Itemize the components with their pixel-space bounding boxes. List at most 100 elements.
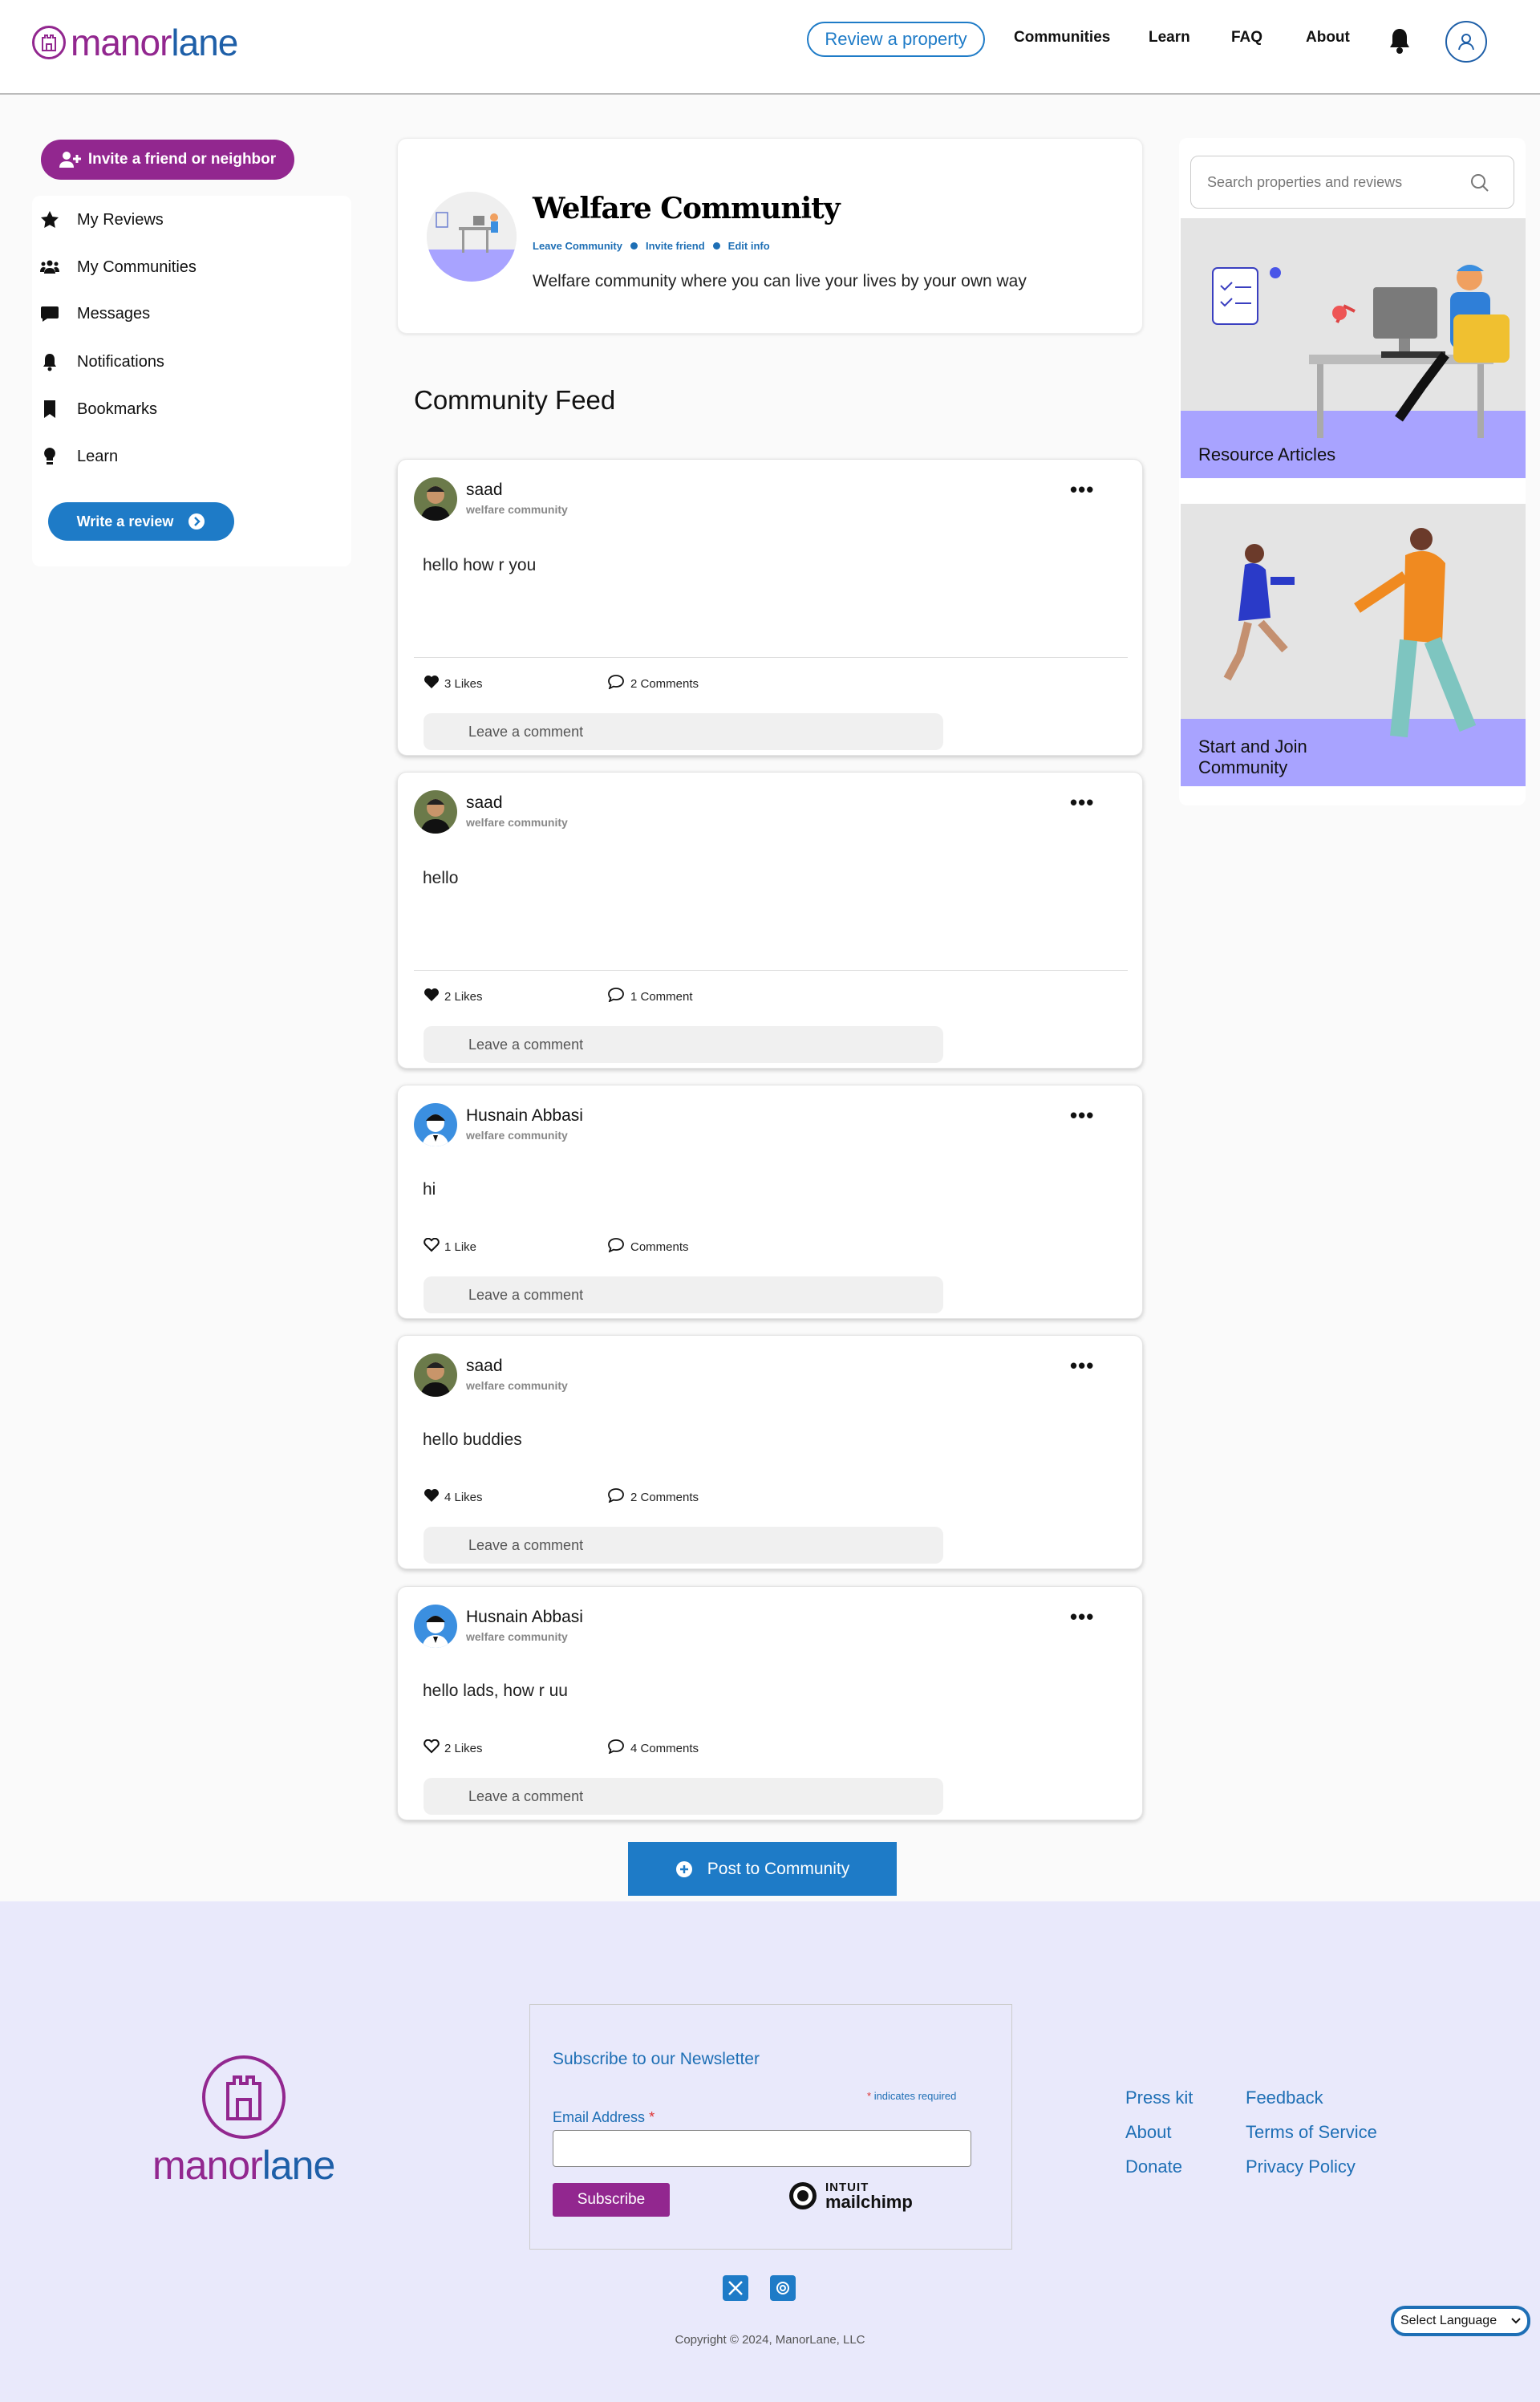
language-select-label: Select Language (1400, 2314, 1497, 2327)
comment-input[interactable]: Leave a comment (424, 1276, 943, 1313)
more-options-icon[interactable]: ••• (1070, 790, 1094, 815)
author-avatar[interactable] (414, 1605, 457, 1648)
search-icon (1471, 174, 1489, 192)
nav-learn[interactable]: Learn (1149, 29, 1190, 47)
invite-friend-button[interactable]: Invite a friend or neighbor (41, 140, 294, 180)
like-button[interactable]: 3 Likes (424, 675, 483, 692)
footer-logo[interactable]: manorlane (152, 2055, 335, 2189)
required-note: * indicates required (867, 2090, 956, 2102)
author-avatar[interactable] (414, 1353, 457, 1397)
post-divider (414, 657, 1128, 658)
comment-count: Comments (630, 1240, 689, 1254)
chevron-down-icon (1511, 2318, 1521, 2324)
post-to-community-button[interactable]: Post to Community (628, 1842, 897, 1896)
more-options-icon[interactable]: ••• (1070, 1605, 1094, 1629)
subscribe-button[interactable]: Subscribe (553, 2183, 670, 2217)
nav-faq[interactable]: FAQ (1231, 29, 1262, 47)
comments-button[interactable]: 1 Comment (608, 988, 693, 1005)
more-options-icon[interactable]: ••• (1070, 1103, 1094, 1128)
add-user-icon (59, 152, 81, 168)
resource-articles-card[interactable]: Resource Articles (1181, 218, 1526, 478)
footer-link-donate[interactable]: Donate (1125, 2157, 1182, 2177)
post-button-label: Post to Community (707, 1859, 850, 1878)
like-button[interactable]: 1 Like (424, 1237, 477, 1256)
write-review-button[interactable]: Write a review (48, 502, 234, 541)
castle-icon (32, 26, 66, 59)
like-button[interactable]: 2 Likes (424, 988, 483, 1005)
post-author[interactable]: Husnain Abbasi (466, 1106, 583, 1126)
comments-button[interactable]: 4 Comments (608, 1739, 699, 1757)
post-author[interactable]: Husnain Abbasi (466, 1608, 583, 1627)
post-card: Husnain Abbasi welfare community ••• hello … (397, 1586, 1143, 1820)
post-community: welfare community (466, 1129, 568, 1142)
invite-friend-link[interactable]: Invite friend (646, 240, 705, 252)
like-count: 1 Like (444, 1240, 477, 1254)
post-community: welfare community (466, 503, 568, 516)
author-avatar[interactable] (414, 477, 457, 521)
comment-icon (608, 1238, 624, 1256)
users-icon (40, 260, 59, 274)
community-links: Leave Community Invite friend Edit info (533, 240, 770, 252)
like-button[interactable]: 4 Likes (424, 1488, 483, 1506)
footer-link-privacy[interactable]: Privacy Policy (1246, 2157, 1356, 2177)
community-title: Welfare Community (533, 192, 841, 225)
right-sidebar: Search properties and reviews Resource A… (1179, 138, 1526, 805)
comments-button[interactable]: 2 Comments (608, 1488, 699, 1506)
plus-circle-icon (675, 1860, 692, 1877)
language-select[interactable]: Select Language (1391, 2306, 1530, 2336)
card-label-line2: Community (1198, 757, 1288, 777)
separator-dot (630, 242, 638, 250)
comments-button[interactable]: 2 Comments (608, 675, 699, 692)
post-community: welfare community (466, 816, 568, 829)
sidebar-item-learn[interactable]: Learn (40, 447, 118, 466)
more-options-icon[interactable]: ••• (1070, 1353, 1094, 1378)
comment-input[interactable]: Leave a comment (424, 1026, 943, 1063)
comment-input[interactable]: Leave a comment (424, 1778, 943, 1815)
leave-community-link[interactable]: Leave Community (533, 240, 622, 252)
chevron-right-circle-icon (188, 513, 205, 529)
comment-count: 1 Comment (630, 989, 693, 1004)
nav-communities[interactable]: Communities (1014, 29, 1110, 47)
x-twitter-icon[interactable] (723, 2275, 748, 2301)
review-property-button[interactable]: Review a property (807, 22, 985, 57)
footer-link-about[interactable]: About (1125, 2122, 1172, 2143)
search-placeholder: Search properties and reviews (1207, 173, 1403, 190)
sidebar-item-my-reviews[interactable]: My Reviews (40, 210, 164, 229)
mailchimp-logo[interactable]: INTUIT mailchimp (787, 2180, 913, 2212)
post-author[interactable]: saad (466, 793, 503, 813)
footer-link-terms[interactable]: Terms of Service (1246, 2122, 1377, 2143)
post-divider (414, 970, 1128, 971)
author-avatar[interactable] (414, 790, 457, 834)
sidebar-item-messages[interactable]: Messages (40, 304, 150, 323)
comment-input[interactable]: Leave a comment (424, 713, 943, 750)
more-options-icon[interactable]: ••• (1070, 477, 1094, 502)
community-feed-title: Community Feed (414, 385, 616, 415)
edit-info-link[interactable]: Edit info (728, 240, 770, 252)
like-count: 2 Likes (444, 989, 483, 1004)
threads-icon[interactable] (770, 2275, 796, 2301)
sidebar-item-bookmarks[interactable]: Bookmarks (40, 400, 157, 419)
sidebar-item-my-communities[interactable]: My Communities (40, 258, 197, 277)
user-avatar-icon[interactable] (1445, 21, 1487, 63)
manorlane-logo[interactable]: manorlane (32, 21, 238, 64)
required-star: * (867, 2090, 872, 2102)
start-join-community-card[interactable]: Start and Join Community (1181, 504, 1526, 786)
post-text: hello buddies (423, 1430, 522, 1449)
nav-about[interactable]: About (1306, 29, 1350, 47)
comment-icon (608, 988, 624, 1005)
heart-icon (424, 1739, 440, 1757)
post-author[interactable]: saad (466, 1357, 503, 1376)
sidebar-item-notifications[interactable]: Notifications (40, 352, 164, 371)
like-button[interactable]: 2 Likes (424, 1739, 483, 1757)
footer-link-press-kit[interactable]: Press kit (1125, 2088, 1193, 2108)
notification-bell-icon[interactable] (1388, 27, 1412, 55)
community-description: Welfare community where you can live you… (533, 272, 1027, 290)
author-avatar[interactable] (414, 1103, 457, 1146)
footer-link-feedback[interactable]: Feedback (1246, 2088, 1323, 2108)
comments-button[interactable]: Comments (608, 1238, 689, 1256)
post-author[interactable]: saad (466, 481, 503, 500)
search-input[interactable]: Search properties and reviews (1190, 156, 1514, 209)
comment-input[interactable]: Leave a comment (424, 1527, 943, 1564)
email-field[interactable] (553, 2130, 971, 2167)
bookmark-icon (44, 400, 55, 418)
